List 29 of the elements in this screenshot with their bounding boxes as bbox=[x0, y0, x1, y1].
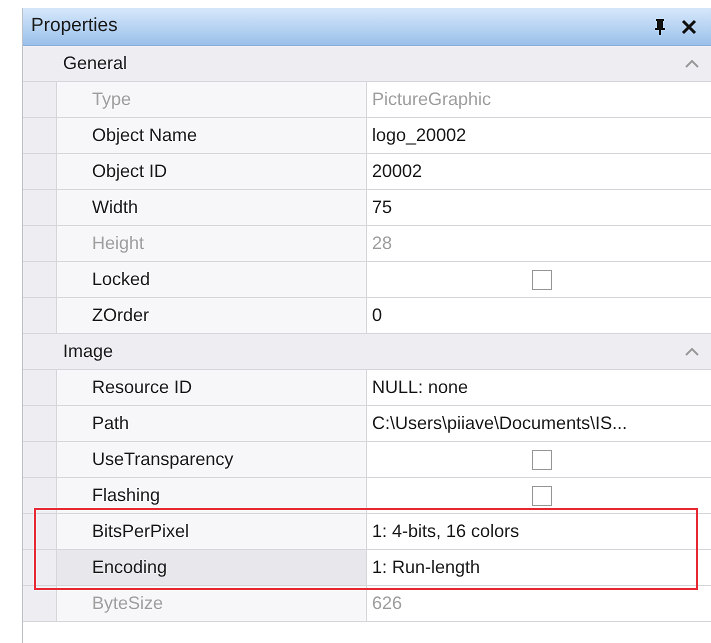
close-icon[interactable] bbox=[681, 18, 697, 34]
property-value[interactable]: 0 bbox=[372, 302, 382, 329]
property-value[interactable]: 20002 bbox=[372, 158, 422, 185]
property-name[interactable]: UseTransparency bbox=[57, 442, 367, 477]
property-name[interactable]: BitsPerPixel bbox=[57, 514, 367, 549]
property-name[interactable]: ZOrder bbox=[57, 298, 367, 333]
property-value[interactable]: C:\Users\piiave\Documents\IS... bbox=[372, 410, 628, 437]
property-value[interactable]: 1: Run-length bbox=[372, 554, 480, 581]
property-value[interactable]: NULL: none bbox=[372, 374, 468, 401]
checkbox[interactable] bbox=[532, 270, 552, 290]
checkbox[interactable] bbox=[532, 486, 552, 506]
property-name[interactable]: Encoding bbox=[57, 550, 367, 585]
property-name[interactable]: Path bbox=[57, 406, 367, 441]
property-value[interactable]: 1: 4-bits, 16 colors bbox=[372, 518, 520, 545]
property-name[interactable]: Width bbox=[57, 190, 367, 225]
category-header[interactable]: General bbox=[23, 46, 711, 82]
property-name[interactable]: Flashing bbox=[57, 478, 367, 513]
pin-icon[interactable] bbox=[653, 18, 667, 36]
window-title: Properties bbox=[31, 14, 119, 38]
chevron-up-icon[interactable] bbox=[685, 59, 699, 68]
property-name[interactable]: Object Name bbox=[57, 118, 367, 153]
property-name[interactable]: Resource ID bbox=[57, 370, 367, 405]
checkbox[interactable] bbox=[532, 450, 552, 470]
category-header[interactable]: Image bbox=[23, 334, 711, 370]
property-name[interactable]: Object ID bbox=[57, 154, 367, 189]
property-value[interactable]: logo_20002 bbox=[372, 122, 466, 149]
property-value[interactable]: 75 bbox=[372, 194, 392, 221]
property-name[interactable]: Locked bbox=[57, 262, 367, 297]
chevron-up-icon[interactable] bbox=[685, 347, 699, 356]
